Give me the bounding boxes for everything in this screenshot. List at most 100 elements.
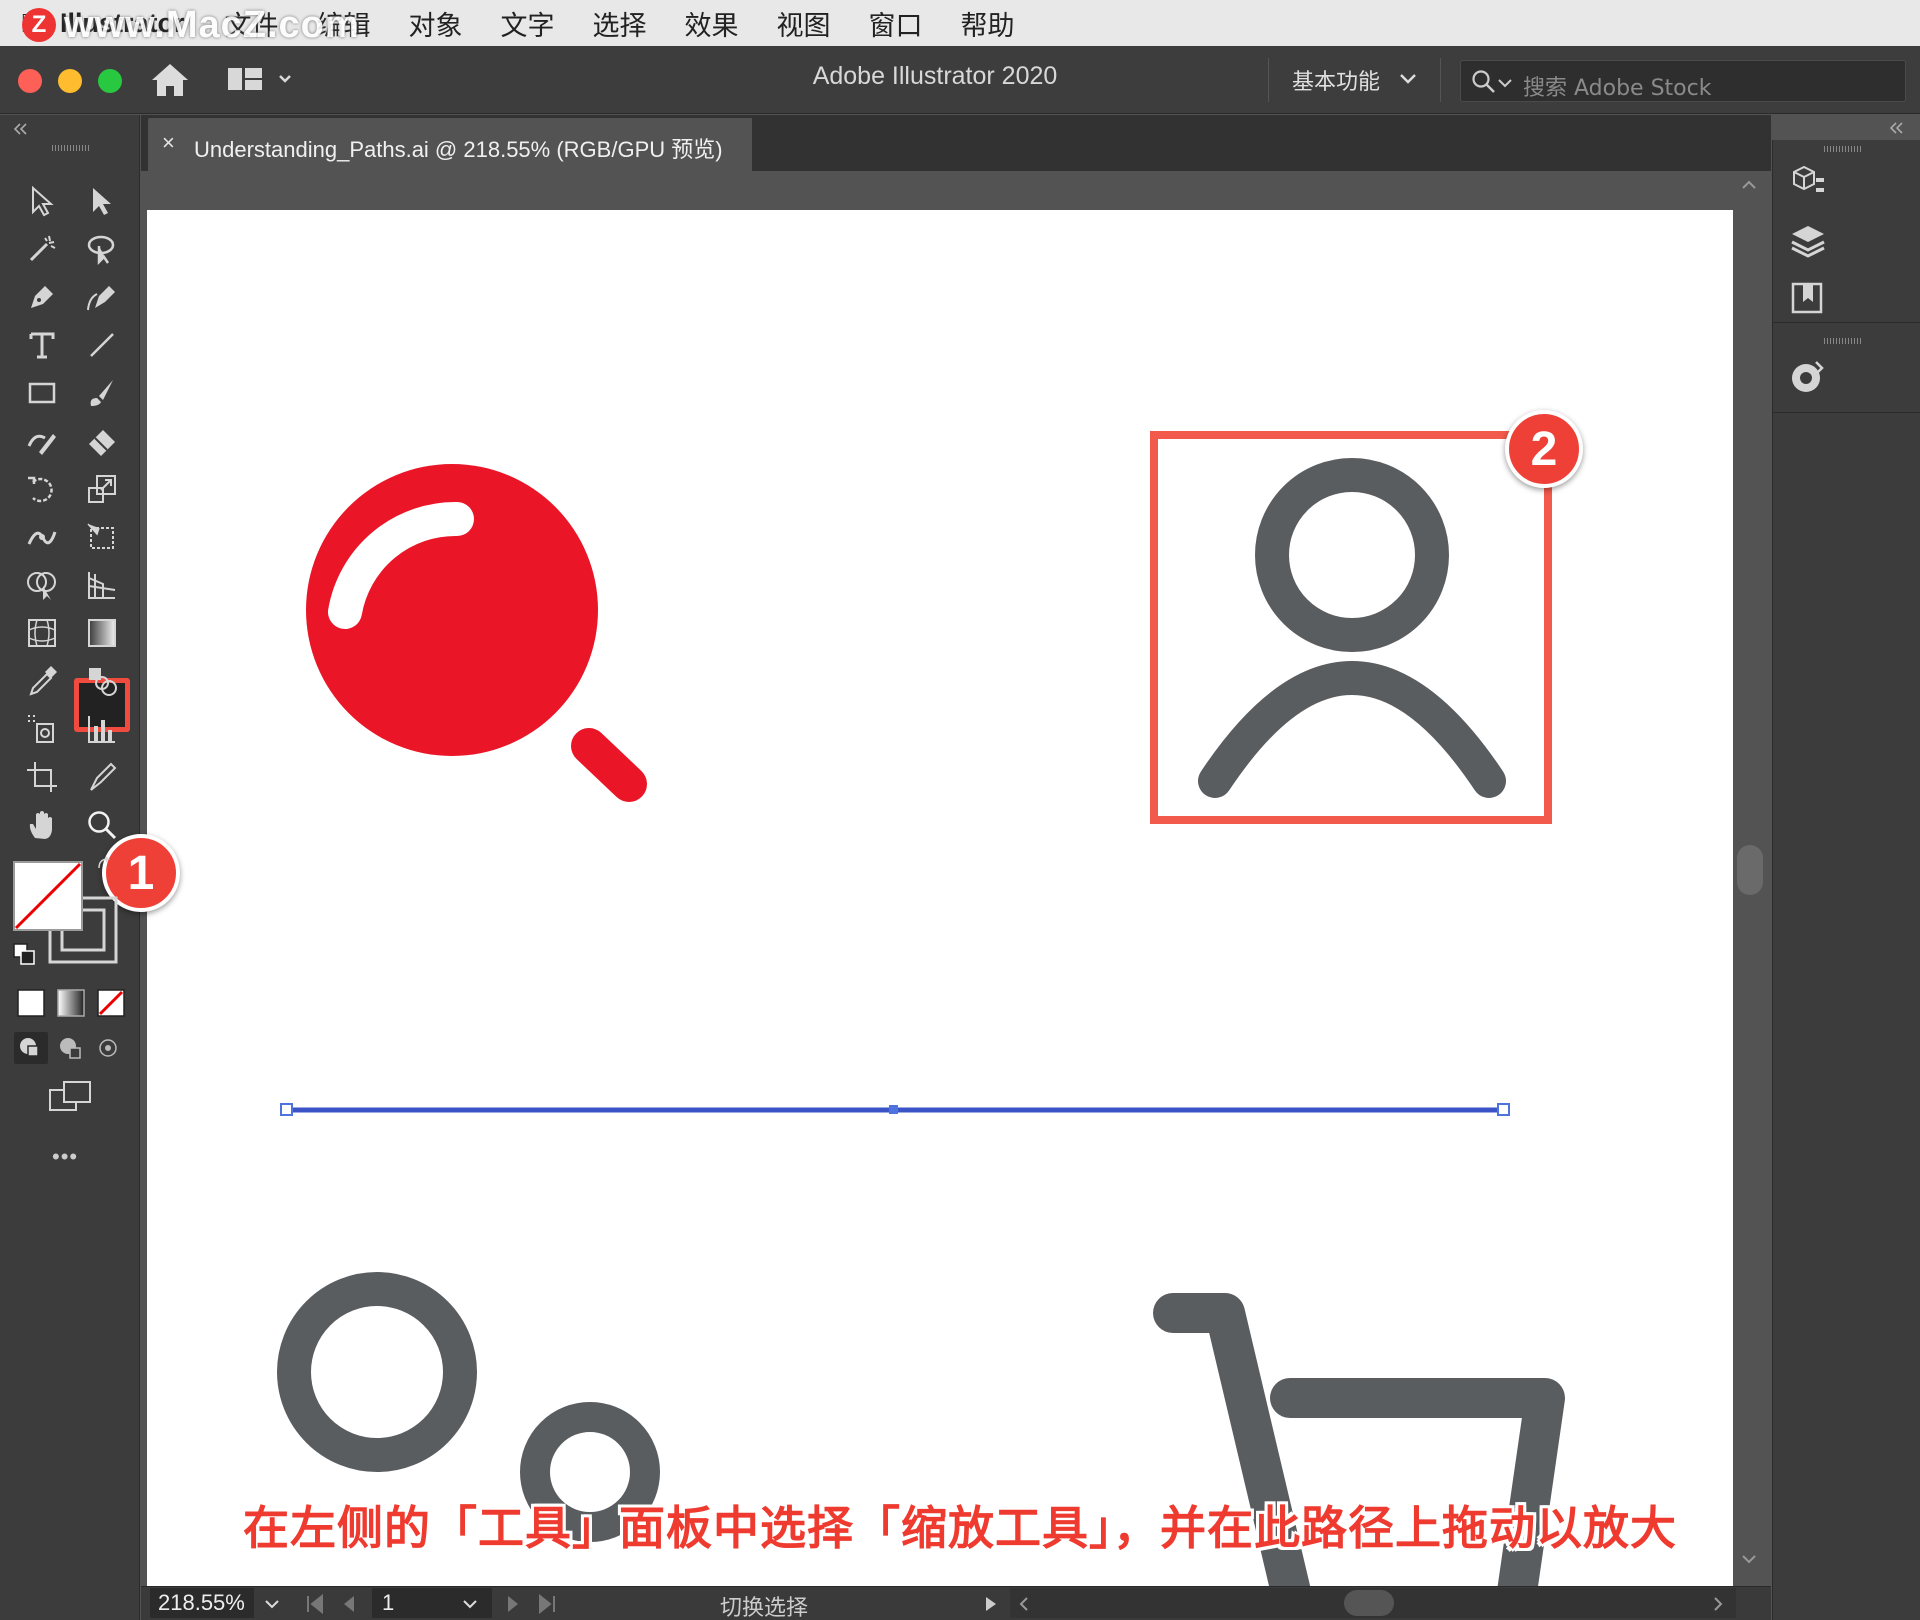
panel-grip[interactable] <box>52 145 90 151</box>
path-anchor-point[interactable] <box>280 1103 293 1116</box>
eraser-icon <box>89 430 115 456</box>
artwork <box>277 431 1565 1592</box>
chevron-down-icon[interactable] <box>262 1594 282 1614</box>
symbol-sprayer-icon <box>28 715 54 743</box>
column-graph-tool[interactable] <box>80 708 124 750</box>
shape-builder-tool[interactable] <box>20 564 64 606</box>
magnifier-artwork-icon[interactable] <box>306 464 647 802</box>
magic-wand-icon <box>29 235 56 262</box>
symbol-sprayer-tool[interactable] <box>20 708 64 750</box>
menu-view[interactable]: 视图 <box>777 4 831 43</box>
mesh-icon <box>28 619 56 647</box>
type-tool[interactable] <box>20 324 64 366</box>
search-adobe-stock-input[interactable]: 搜索 Adobe Stock <box>1460 60 1906 102</box>
curvature-pen-icon <box>87 286 115 311</box>
free-transform-tool[interactable] <box>80 516 124 558</box>
gradient-icon <box>88 619 116 647</box>
screen-mode-icon[interactable] <box>48 1080 94 1114</box>
column-graph-icon <box>88 716 115 743</box>
default-fill-stroke-icon[interactable] <box>12 942 38 968</box>
magic-wand-tool[interactable] <box>20 228 64 270</box>
tab-close-icon[interactable]: × <box>162 130 175 156</box>
paintbrush-icon <box>90 380 113 406</box>
selected-path[interactable] <box>280 1103 1510 1116</box>
menu-object[interactable]: 对象 <box>409 4 463 43</box>
panel-grip[interactable] <box>1824 146 1862 152</box>
chevron-down-icon[interactable] <box>1398 68 1418 88</box>
menu-effect[interactable]: 效果 <box>685 4 739 43</box>
document-tab-title[interactable]: Understanding_Paths.ai @ 218.55% (RGB/GP… <box>194 132 723 164</box>
panel-grip[interactable] <box>1824 338 1862 344</box>
artboard-icon <box>27 762 57 792</box>
curvature-tool[interactable] <box>80 276 124 318</box>
menu-type[interactable]: 文字 <box>501 4 555 43</box>
slice-tool[interactable] <box>80 756 124 798</box>
status-toggle-selection[interactable]: 切换选择 <box>720 1590 808 1620</box>
scroll-up-icon[interactable] <box>1740 176 1758 194</box>
user-artwork-icon[interactable] <box>1198 458 1506 798</box>
drawing-mode-buttons[interactable] <box>12 1030 128 1066</box>
path-anchor-point[interactable] <box>1497 1103 1510 1116</box>
horizontal-scroll-thumb[interactable] <box>1344 1590 1394 1616</box>
paintbrush-tool[interactable] <box>80 372 124 414</box>
vertical-scroll-thumb[interactable] <box>1737 845 1763 895</box>
libraries-icon[interactable] <box>1786 162 1830 206</box>
pen-tool[interactable] <box>20 276 64 318</box>
rotate-tool[interactable] <box>20 468 64 510</box>
divider <box>1268 58 1269 102</box>
width-tool[interactable] <box>20 516 64 558</box>
eyedropper-tool[interactable] <box>20 660 64 702</box>
panel-separator <box>1772 412 1920 413</box>
collapse-panel-icon[interactable] <box>12 121 28 137</box>
direct-selection-tool[interactable] <box>80 180 124 222</box>
lasso-tool[interactable] <box>80 228 124 270</box>
swap-fill-stroke-icon[interactable] <box>96 856 116 876</box>
next-last-artboard-icons[interactable] <box>504 1592 564 1616</box>
scroll-left-icon[interactable] <box>1016 1594 1032 1614</box>
shape-builder-icon <box>27 572 56 600</box>
chevron-down-icon <box>1498 79 1512 88</box>
eraser-tool[interactable] <box>80 420 124 462</box>
slice-knife-icon <box>90 762 117 791</box>
selection-arrow-icon <box>32 185 54 217</box>
line-segment-tool[interactable] <box>80 324 124 366</box>
zoom-level-field[interactable]: 218.55% <box>150 1588 254 1618</box>
zoom-tool[interactable] <box>80 804 124 846</box>
search-placeholder: 搜索 Adobe Stock <box>1523 76 1712 101</box>
watermark-logo: Z <box>22 8 56 42</box>
collapse-right-panel-icon[interactable] <box>1888 120 1904 136</box>
step-badge-2: 2 <box>1505 410 1583 488</box>
hand-tool[interactable] <box>20 804 64 846</box>
lasso-icon <box>87 235 115 266</box>
menu-select[interactable]: 选择 <box>593 4 647 43</box>
color-guide-icon[interactable] <box>1786 356 1830 400</box>
artboard-tool[interactable] <box>20 756 64 798</box>
tutorial-subtitle: 在左侧的「工具」面板中选择「缩放工具」，并在此路径上拖动以放大 <box>243 1501 1677 1555</box>
shaper-icon <box>27 434 56 455</box>
edit-toolbar-button[interactable]: ••• <box>52 1144 78 1170</box>
scale-tool[interactable] <box>80 468 124 510</box>
pen-icon <box>31 286 53 308</box>
rectangle-tool[interactable] <box>20 372 64 414</box>
selection-tool[interactable] <box>20 180 64 222</box>
watermark-text: www.MacZ.com <box>64 4 360 46</box>
artboard[interactable] <box>147 210 1733 1592</box>
workspace-switcher[interactable]: 基本功能 <box>1292 64 1380 96</box>
perspective-grid-tool[interactable] <box>80 564 124 606</box>
status-menu-arrow-icon[interactable] <box>982 1594 1000 1614</box>
document-tab[interactable]: × Understanding_Paths.ai @ 218.55% (RGB/… <box>148 118 752 171</box>
mesh-tool[interactable] <box>20 612 64 654</box>
type-t-icon <box>29 332 55 359</box>
color-mode-buttons[interactable] <box>14 986 128 1020</box>
line-segment-icon <box>90 333 114 357</box>
divider <box>1440 58 1441 102</box>
blend-tool[interactable] <box>80 660 124 702</box>
chevron-down-icon[interactable] <box>460 1594 480 1614</box>
artboards-panel-icon[interactable] <box>1786 276 1830 320</box>
scroll-right-icon[interactable] <box>1710 1594 1726 1614</box>
shaper-tool[interactable] <box>20 420 64 462</box>
menu-window[interactable]: 窗口 <box>869 4 923 43</box>
gradient-tool[interactable] <box>80 612 124 654</box>
menu-help[interactable]: 帮助 <box>961 4 1015 43</box>
layers-icon[interactable] <box>1786 220 1830 264</box>
